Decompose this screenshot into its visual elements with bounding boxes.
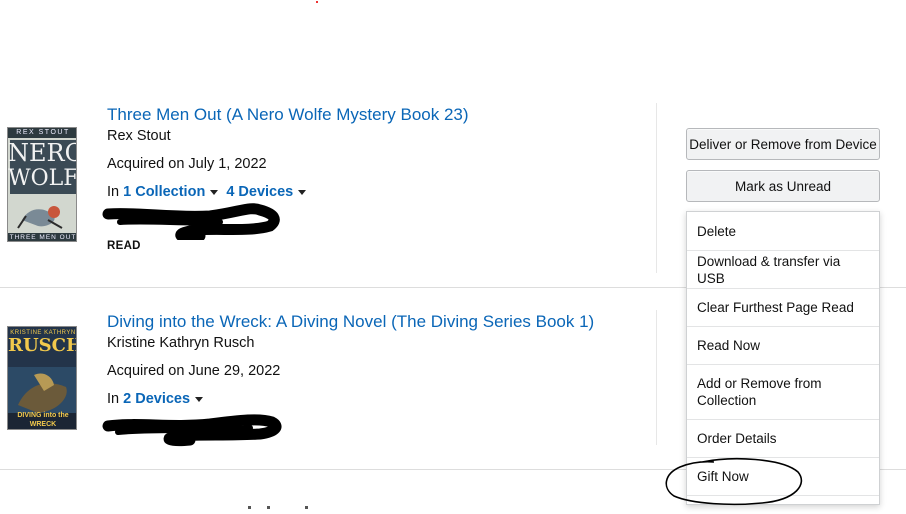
redaction-scribble	[102, 414, 282, 446]
in-label: In	[107, 184, 120, 200]
acquired-date: Acquired on July 1, 2022	[107, 156, 267, 172]
book-title-link[interactable]: Diving into the Wreck: A Diving Novel (T…	[107, 312, 594, 332]
book-title-link[interactable]: Three Men Out (A Nero Wolfe Mystery Book…	[107, 105, 469, 125]
cover-bottom-text: THREE MEN OUT	[9, 234, 77, 241]
cover-title-line1: NERO	[8, 139, 77, 167]
menu-item-read-now[interactable]: Read Now	[687, 327, 879, 365]
annotation-circle	[665, 458, 803, 506]
book-cover[interactable]: KRISTINE KATHRYN RUSCH DIVING into the W…	[7, 326, 77, 430]
menu-item-download-usb[interactable]: Download & transfer via USB	[687, 251, 879, 289]
book-author: Kristine Kathryn Rusch	[107, 335, 255, 351]
redaction-scribble	[102, 203, 280, 240]
cover-title-line1: RUSCH	[8, 335, 77, 356]
chevron-down-icon[interactable]	[195, 396, 204, 402]
cover-top-text: REX STOUT	[16, 129, 70, 136]
book-location-row: In 2 Devices	[107, 391, 211, 407]
deliver-or-remove-button[interactable]: Deliver or Remove from Device	[686, 128, 880, 160]
stray-dot	[316, 1, 318, 3]
clipped-row-remnant	[248, 496, 328, 509]
devices-link[interactable]: 2 Devices	[123, 391, 190, 407]
cover-title-line2: WOLFE	[8, 166, 76, 191]
read-status-badge: READ	[107, 240, 141, 252]
menu-item-label: Download & transfer via USB	[697, 253, 841, 286]
menu-item-delete[interactable]: Delete	[687, 212, 879, 251]
book-author: Rex Stout	[107, 128, 171, 144]
collection-link[interactable]: 1 Collection	[123, 184, 205, 200]
book-cover[interactable]: REX STOUT NERO WOLFE THREE MEN OUT	[7, 127, 77, 242]
in-label: In	[107, 391, 120, 407]
devices-link[interactable]: 4 Devices	[226, 184, 293, 200]
menu-item-add-remove-collection[interactable]: Add or Remove from Collection	[687, 365, 879, 420]
menu-item-label: Read Now	[697, 338, 761, 353]
menu-item-label: Order Details	[697, 431, 777, 446]
book-location-row: In 1 Collection 4 Devices	[107, 184, 314, 200]
menu-item-clear-furthest-page[interactable]: Clear Furthest Page Read	[687, 289, 879, 327]
acquired-date: Acquired on June 29, 2022	[107, 363, 281, 379]
menu-item-label: Add or Remove from Collection	[697, 376, 822, 408]
column-divider	[656, 310, 657, 445]
menu-item-label: Delete	[697, 223, 737, 239]
cover-bottom-text: DIVING into the WRECK	[17, 412, 69, 428]
column-divider	[656, 103, 657, 273]
menu-item-order-details[interactable]: Order Details	[687, 420, 879, 458]
mark-as-unread-button[interactable]: Mark as Unread	[686, 170, 880, 202]
chevron-down-icon[interactable]	[298, 189, 307, 195]
menu-item-label: Clear Furthest Page Read	[697, 300, 854, 315]
chevron-down-icon[interactable]	[210, 189, 219, 195]
